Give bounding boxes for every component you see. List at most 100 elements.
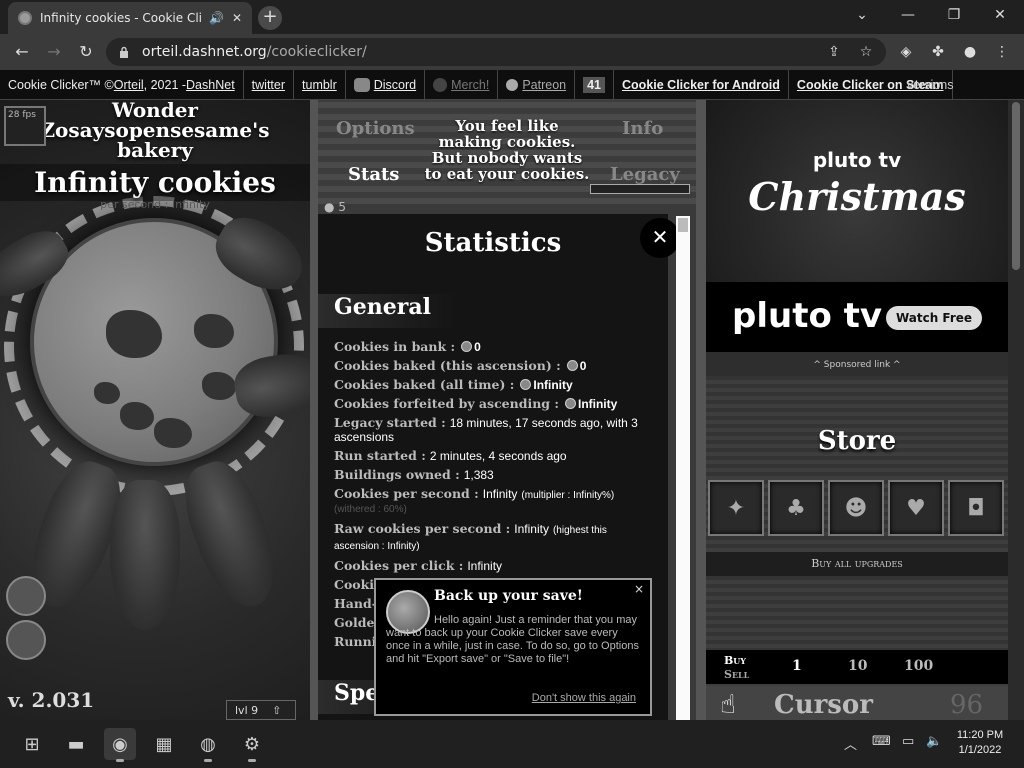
minimize-button[interactable]: —	[888, 4, 928, 28]
stat-label: Buildings owned :	[334, 467, 460, 482]
building-cursor[interactable]: ☝ Cursor 96	[706, 686, 1008, 720]
cursor-hand-icon: ☝	[720, 690, 736, 720]
patreon-link[interactable]: Patreon	[498, 69, 576, 100]
buy-option[interactable]: Buy	[724, 654, 749, 668]
dont-show-again-link[interactable]: Don't show this again	[376, 692, 636, 704]
merch-link[interactable]: Merch!	[425, 69, 499, 100]
back-arrow-icon[interactable]: ←	[10, 40, 34, 64]
amount-100[interactable]: 100	[904, 658, 933, 674]
steam-link[interactable]: Cookie Clicker on Steam versions	[789, 69, 954, 100]
store-title: Store	[817, 426, 897, 456]
volume-icon[interactable]: 🔈	[926, 734, 942, 749]
sugar-lump-icon: ●	[324, 200, 335, 214]
forward-arrow-icon[interactable]: →	[42, 40, 66, 64]
upgrade-ghost-icon[interactable]: ☻	[828, 480, 884, 536]
notification-body: Hello again! Just a reminder that you ma…	[386, 614, 639, 665]
sugar-lump-level[interactable]: lvl 9 ⇧	[226, 700, 296, 720]
upgrade-tree-icon[interactable]: ♣	[768, 480, 824, 536]
advertisement-christmas[interactable]: pluto tv Christmas	[706, 100, 1008, 282]
cookie-favicon-icon	[18, 11, 32, 25]
author-link[interactable]: Orteil	[114, 78, 144, 92]
tab-close-icon[interactable]: ✕	[232, 11, 242, 25]
bookmark-star-icon[interactable]: ☆	[854, 40, 878, 64]
keyboard-icon[interactable]: ⌨	[872, 734, 891, 749]
stat-value: Infinity	[533, 378, 573, 392]
dashnet-link[interactable]: DashNet	[186, 78, 235, 92]
settings-gear-icon[interactable]: ⚙	[236, 728, 268, 762]
cookie-icon	[520, 379, 532, 390]
close-window-button[interactable]: ✕	[980, 4, 1020, 28]
start-windows-icon[interactable]: ⊞	[16, 728, 48, 760]
amount-10[interactable]: 10	[848, 658, 867, 674]
address-bar[interactable]: orteil.dashnet.org/cookieclicker/	[106, 38, 886, 66]
notification-badge-cell[interactable]: 41	[575, 69, 615, 100]
buy-sell-toggle[interactable]: Buy Sell	[724, 654, 749, 682]
stat-label: Cookies in bank :	[334, 339, 456, 354]
version-label: v. 2.031	[8, 688, 95, 712]
close-stats-button[interactable]: ✕	[640, 218, 680, 258]
network-icon[interactable]: ▭	[902, 734, 914, 749]
upgrade-heart-icon[interactable]: ♥	[888, 480, 944, 536]
wrinkler[interactable]	[172, 452, 290, 618]
options-button[interactable]: Options	[336, 118, 415, 139]
stat-row: Cookies baked (this ascension) : 0	[334, 359, 654, 374]
discord-link[interactable]: Discord	[346, 69, 426, 100]
sell-option[interactable]: Sell	[724, 668, 749, 682]
game-topbar: Cookie Clicker™ © Orteil, 2021 - DashNet…	[0, 69, 1024, 100]
upgrade-bag-icon[interactable]: ◘	[948, 480, 1004, 536]
dragon-icon[interactable]	[6, 620, 46, 660]
versions-link[interactable]: versions	[907, 78, 954, 92]
tumblr-link[interactable]: tumblr	[294, 69, 346, 100]
app-icon[interactable]: ◍	[192, 728, 224, 762]
stat-detail: (multiplier : Infinity%)	[521, 490, 615, 501]
stat-value: Infinity	[467, 559, 503, 573]
sugar-lumps[interactable]: ● 5	[324, 200, 346, 214]
twitter-link[interactable]: twitter	[244, 69, 295, 100]
wrinkler[interactable]	[110, 480, 180, 630]
cookie-icon	[564, 398, 576, 409]
backup-notification[interactable]: Back up your save! × Hello again! Just a…	[374, 578, 652, 716]
patreon-label: Patreon	[522, 77, 567, 92]
stat-row: Cookies per second : Infinity (multiplie…	[334, 487, 654, 517]
stats-button[interactable]: Stats	[348, 164, 399, 185]
notification-title: Back up your save!	[434, 588, 583, 604]
amount-1[interactable]: 1	[792, 658, 802, 674]
cookie-icon	[566, 360, 578, 371]
stats-scrollbar[interactable]	[676, 216, 690, 720]
legacy-button[interactable]: Legacy	[610, 164, 680, 185]
profile-avatar-icon[interactable]: ●	[958, 40, 982, 64]
speaker-icon[interactable]: 🔊	[209, 11, 224, 25]
bakery-name[interactable]: Wonder Zosaysopensesame's bakery	[0, 100, 310, 160]
share-icon[interactable]: ⇪	[822, 40, 846, 64]
stats-scrollbar-thumb[interactable]	[678, 218, 688, 232]
new-tab-button[interactable]: +	[258, 6, 282, 30]
tab-search-chevron-icon[interactable]: ⌄	[842, 4, 882, 28]
kebab-menu-icon[interactable]: ⋮	[990, 40, 1014, 64]
page-scrollbar[interactable]	[1008, 100, 1024, 720]
browser-tab[interactable]: Infinity cookies - Cookie Clicker 🔊 ✕	[8, 2, 252, 34]
discord-label: Discord	[373, 77, 417, 92]
upgrade-sparkle-icon[interactable]: ✦	[708, 480, 764, 536]
stat-row: Cookies per click : Infinity	[334, 559, 654, 574]
store-bag-icon[interactable]: ▦	[148, 728, 180, 760]
sponsored-link[interactable]: ^ Sponsored link ^	[706, 360, 1008, 370]
eye-season-icon[interactable]	[6, 576, 46, 616]
android-link[interactable]: Cookie Clicker for Android	[614, 69, 789, 100]
bakery-name-line-1: Wonder	[112, 100, 198, 122]
news-ticker[interactable]: You feel like making cookies. But nobody…	[422, 118, 592, 182]
puzzle-icon[interactable]: ✤	[926, 40, 950, 64]
watch-free-button[interactable]: Watch Free	[886, 306, 982, 330]
advertisement-pluto[interactable]: pluto tv Watch Free	[706, 282, 1008, 352]
notification-close-button[interactable]: ×	[634, 582, 644, 596]
chrome-browser-icon[interactable]: ◉	[104, 728, 136, 762]
buy-sell-bar: Buy Sell 1 10 100	[706, 650, 1008, 684]
file-explorer-icon[interactable]: ▬	[60, 728, 92, 760]
info-button[interactable]: Info	[622, 118, 663, 139]
tray-chevron-up-icon[interactable]: ︿	[844, 734, 857, 753]
page-scrollbar-thumb[interactable]	[1012, 102, 1020, 270]
reload-icon[interactable]: ↻	[74, 40, 98, 64]
extension-icon[interactable]: ◈	[894, 40, 918, 64]
buy-all-upgrades-button[interactable]: Buy all upgrades	[706, 552, 1008, 576]
restore-button[interactable]: ❐	[934, 4, 974, 28]
system-clock[interactable]: 11:20 PM 1/1/2022	[948, 728, 1012, 758]
